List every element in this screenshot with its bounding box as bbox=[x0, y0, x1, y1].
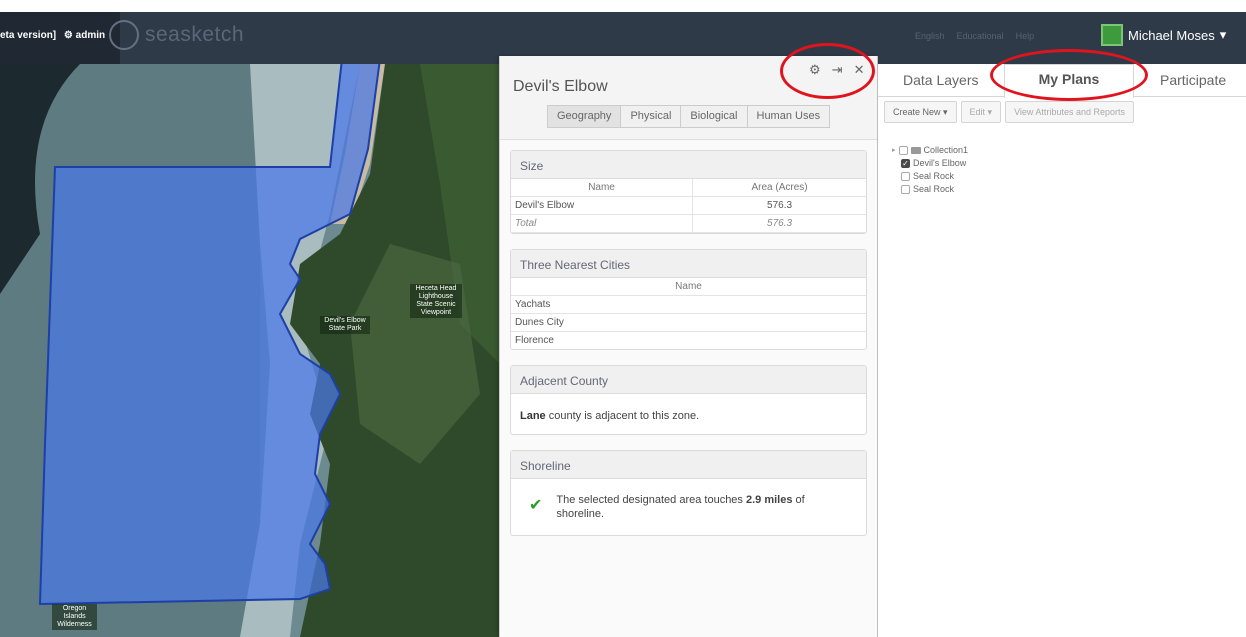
tree-item-label: Seal Rock bbox=[913, 184, 955, 194]
cities-col-name: Name bbox=[511, 278, 866, 296]
beta-text: eta version] bbox=[0, 30, 57, 41]
list-item[interactable]: Seal Rock bbox=[892, 183, 968, 195]
size-row-name: Devil's Elbow bbox=[511, 196, 693, 215]
cities-table: Name Yachats Dunes City Florence bbox=[511, 278, 866, 349]
city-name: Yachats bbox=[511, 295, 866, 314]
map-label-wilderness[interactable]: Oregon Islands Wilderness bbox=[52, 604, 97, 630]
tree-item-label: Collection1 bbox=[923, 145, 969, 155]
size-card: Size Name Area (Acres) Devil's Elbow 576… bbox=[510, 150, 867, 234]
edit-button[interactable]: Edit ▾ bbox=[960, 101, 1002, 123]
shoreline-text-before: The selected designated area touches bbox=[556, 494, 743, 506]
caret-down-icon: ▾ bbox=[1219, 27, 1227, 42]
county-heading: Adjacent County bbox=[511, 366, 866, 394]
create-new-button[interactable]: Create New ▾ bbox=[884, 101, 957, 123]
seasketch-logo[interactable]: seasketch bbox=[109, 20, 244, 50]
logo-icon bbox=[109, 20, 139, 50]
tab-human-uses[interactable]: Human Uses bbox=[746, 105, 831, 128]
size-table: Name Area (Acres) Devil's Elbow 576.3 To… bbox=[511, 179, 866, 233]
beta-badge: eta version] ⚙ admin bbox=[0, 30, 105, 41]
plans-sidebar: Data Layers My Plans Participate Create … bbox=[878, 64, 1246, 637]
checkbox[interactable] bbox=[898, 145, 908, 155]
checkbox[interactable] bbox=[901, 184, 910, 194]
admin-link[interactable]: admin bbox=[76, 30, 105, 41]
county-text: Lane county is adjacent to this zone. bbox=[511, 394, 866, 434]
total-value: 576.3 bbox=[692, 214, 866, 233]
tab-data-layers[interactable]: Data Layers bbox=[903, 72, 978, 88]
tab-biological[interactable]: Biological bbox=[680, 105, 748, 128]
attributes-panel: Devil's Elbow ⚙ ⇥ ✕ Geography Physical B… bbox=[499, 56, 878, 637]
tab-geography[interactable]: Geography bbox=[547, 105, 622, 128]
table-row: Yachats bbox=[511, 295, 866, 314]
language-link[interactable]: English bbox=[915, 31, 945, 41]
size-col-name: Name bbox=[511, 179, 693, 197]
tab-physical[interactable]: Physical bbox=[620, 105, 682, 128]
educational-link[interactable]: Educational bbox=[957, 31, 1004, 41]
list-item[interactable]: Seal Rock bbox=[892, 170, 968, 182]
tab-participate[interactable]: Participate bbox=[1160, 72, 1226, 88]
gear-icon[interactable]: ⚙ bbox=[64, 30, 73, 41]
size-heading: Size bbox=[511, 151, 866, 179]
shoreline-card: Shoreline ✔ The selected designated area… bbox=[510, 450, 867, 536]
city-name: Dunes City bbox=[511, 313, 866, 332]
county-name: Lane bbox=[520, 410, 546, 422]
help-link[interactable]: Help bbox=[1016, 31, 1035, 41]
table-row: Dunes City bbox=[511, 313, 866, 332]
satellite-map bbox=[0, 64, 500, 637]
plans-tree: ▸ Collection1 ✓ Devil's Elbow Seal Rock … bbox=[892, 144, 968, 196]
list-item[interactable]: ▸ Collection1 bbox=[892, 144, 968, 156]
folder-icon bbox=[910, 146, 921, 154]
map-label-heceta[interactable]: Heceta Head Lighthouse State Scenic View… bbox=[410, 284, 462, 318]
user-menu[interactable]: Michael Moses ▾ bbox=[1101, 24, 1226, 46]
panel-body: Size Name Area (Acres) Devil's Elbow 576… bbox=[500, 140, 877, 536]
cities-card: Three Nearest Cities Name Yachats Dunes … bbox=[510, 249, 867, 350]
highlight-ring-panel-controls bbox=[780, 43, 875, 99]
plans-toolbar: Create New ▾ Edit ▾ View Attributes and … bbox=[884, 101, 1134, 123]
size-row-area: 576.3 bbox=[692, 196, 866, 215]
checkbox-checked[interactable]: ✓ bbox=[901, 158, 910, 168]
map-label-devils-elbow-park[interactable]: Devil's Elbow State Park bbox=[320, 316, 370, 334]
table-row: Devil's Elbow 576.3 bbox=[511, 196, 866, 215]
checkbox[interactable] bbox=[901, 171, 910, 181]
expand-arrow-icon[interactable]: ▸ bbox=[892, 146, 896, 154]
tree-item-label: Seal Rock bbox=[913, 171, 955, 181]
checkmark-icon: ✔ bbox=[529, 497, 543, 514]
shoreline-content: ✔ The selected designated area touches 2… bbox=[511, 479, 866, 535]
total-label: Total bbox=[511, 214, 693, 233]
shoreline-miles: 2.9 miles bbox=[746, 494, 793, 506]
table-row-total: Total 576.3 bbox=[511, 214, 866, 233]
county-description: county is adjacent to this zone. bbox=[548, 410, 700, 422]
view-attributes-button[interactable]: View Attributes and Reports bbox=[1005, 101, 1134, 123]
map-view[interactable]: Heceta Head Lighthouse State Scenic View… bbox=[0, 64, 500, 637]
county-card: Adjacent County Lane county is adjacent … bbox=[510, 365, 867, 435]
cities-heading: Three Nearest Cities bbox=[511, 250, 866, 278]
logo-text: seasketch bbox=[145, 23, 245, 46]
avatar bbox=[1101, 24, 1123, 46]
panel-tabs: Geography Physical Biological Human Uses bbox=[547, 105, 831, 128]
header-links: English Educational Help bbox=[915, 31, 1034, 41]
shoreline-text: The selected designated area touches 2.9… bbox=[556, 493, 844, 521]
tree-item-label: Devil's Elbow bbox=[913, 158, 967, 168]
shoreline-heading: Shoreline bbox=[511, 451, 866, 479]
size-col-area: Area (Acres) bbox=[692, 179, 866, 197]
list-item[interactable]: ✓ Devil's Elbow bbox=[892, 157, 968, 169]
panel-title: Devil's Elbow bbox=[513, 78, 608, 95]
highlight-ring-my-plans bbox=[990, 49, 1148, 101]
table-row: Florence bbox=[511, 332, 866, 350]
user-name: Michael Moses bbox=[1128, 27, 1215, 43]
city-name: Florence bbox=[515, 335, 554, 346]
